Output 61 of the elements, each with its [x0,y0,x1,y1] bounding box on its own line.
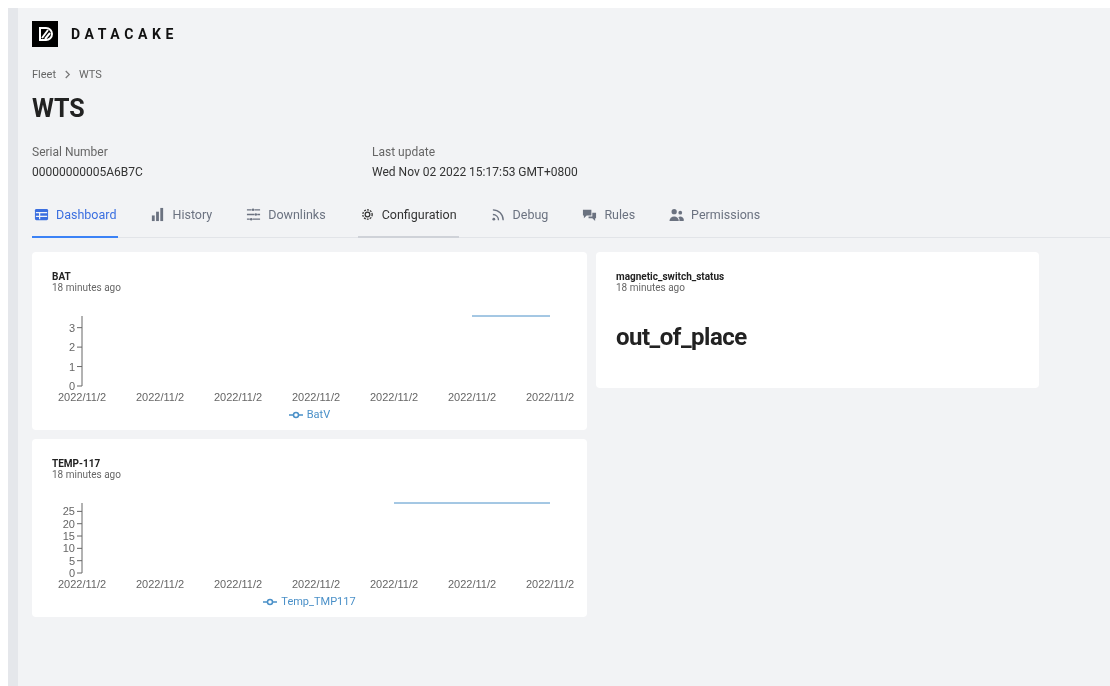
status-value: out_of_place [616,323,748,351]
legend-line-icon [288,410,303,419]
logo-icon [32,21,58,47]
x-tick-label: 2022/11/2 [525,578,575,590]
widget-time: 18 minutes ago [616,282,685,293]
tab[interactable]: Debug [488,207,551,238]
info-value: 00000000005A6B7C [32,165,144,179]
y-axis [76,502,83,574]
widget-time: 18 minutes ago [52,469,122,480]
x-tick-label: 2022/11/2 [369,578,419,590]
y-tick-label: 3 [68,321,75,334]
y-tick-label: 0 [68,567,75,579]
tab[interactable]: History [148,207,215,238]
page-title: WTS [32,94,86,123]
y-tick-label: 2 [68,341,75,354]
tab[interactable]: Dashboard [32,207,119,238]
chevron-right-icon [64,70,72,79]
info-label: Last update [372,145,437,159]
x-tick-label: 2022/11/2 [57,391,107,403]
x-tick-label: 2022/11/2 [135,578,185,590]
x-tick-label: 2022/11/2 [447,391,497,403]
feed-icon [490,207,506,222]
y-tick-label: 15 [62,530,75,543]
tab[interactable]: Permissions [667,207,763,238]
users-icon [669,207,685,222]
x-tick-label: 2022/11/2 [447,578,497,590]
tab[interactable]: Configuration [357,207,459,238]
x-tick-label: 2022/11/2 [291,391,341,403]
x-tick-label: 2022/11/2 [57,578,107,590]
logo-text: DATACAKE [71,26,178,42]
x-tick-label: 2022/11/2 [213,578,263,590]
y-tick-label: 5 [68,554,75,567]
x-tick-label: 2022/11/2 [135,391,185,403]
y-tick-label: 0 [68,380,75,392]
widget-title: BAT [52,271,72,282]
info-value: Wed Nov 02 2022 15:17:53 GMT+0800 [372,165,579,179]
tab[interactable]: Downlinks [244,207,328,238]
chat-bubbles-icon [582,207,598,222]
legend-line-icon [263,597,278,606]
bar-chart-icon [150,207,166,222]
y-axis [76,315,83,387]
table-icon [34,207,49,222]
y-tick-label: 25 [62,505,75,518]
tab[interactable]: Rules [580,207,638,238]
y-tick-label: 10 [62,542,75,555]
y-tick-label: 1 [68,360,75,373]
x-tick-label: 2022/11/2 [525,391,575,403]
x-tick-label: 2022/11/2 [369,391,419,403]
legend-label[interactable]: Temp_TMP117 [281,595,356,608]
info-label: Serial Number [32,145,109,159]
widget-title: magnetic_switch_status [616,271,726,282]
widget-time: 18 minutes ago [52,282,122,293]
breadcrumb-link[interactable]: Fleet [32,68,57,81]
y-tick-label: 20 [62,517,75,530]
legend-label[interactable]: BatV [306,408,331,421]
sliders-icon [246,207,262,222]
x-tick-label: 2022/11/2 [291,578,341,590]
gear-icon [359,207,375,222]
breadcrumb-link[interactable]: WTS [79,68,102,81]
widget-title: TEMP-117 [52,458,102,469]
x-tick-label: 2022/11/2 [213,391,263,403]
